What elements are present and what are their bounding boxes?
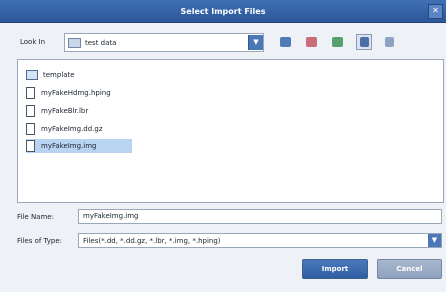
file-name-label: File Name: (17, 213, 54, 221)
list-item[interactable]: myFakeHdmg.hping (26, 86, 117, 100)
files-of-type-label: Files of Type: (17, 237, 62, 245)
list-item-label: myFakeImg.dd.gz (41, 125, 103, 133)
look-in-row: Look In test data ▼ (0, 28, 446, 56)
details-view-button[interactable] (381, 34, 397, 50)
file-icon (26, 105, 35, 117)
files-of-type-value: Files(*.dd, *.dd.gz, *.lbr, *.img, *.hpi… (83, 236, 221, 245)
list-item-selected[interactable]: myFakeImg.img (26, 139, 132, 153)
file-name-field[interactable]: myFakeImg.img (78, 209, 442, 224)
new-folder-icon (331, 37, 343, 47)
list-item-label: myFakeImg.img (41, 142, 97, 150)
home-button[interactable] (303, 34, 319, 50)
look-in-dropdown[interactable]: test data ▼ (64, 33, 264, 52)
new-folder-button[interactable] (329, 34, 345, 50)
files-of-type-dropdown[interactable]: Files(*.dd, *.dd.gz, *.lbr, *.img, *.hpi… (78, 233, 442, 248)
folder-icon (68, 37, 81, 48)
look-in-value: test data (85, 38, 117, 47)
file-icon (26, 140, 35, 152)
cancel-button[interactable]: Cancel (377, 259, 442, 279)
look-in-label: Look In (20, 38, 46, 46)
list-view-icon (359, 37, 369, 47)
list-item-label: template (43, 71, 75, 79)
folder-icon (26, 70, 38, 80)
up-folder-icon (279, 37, 291, 47)
chevron-down-icon[interactable]: ▼ (428, 234, 441, 247)
list-item-label: myFakeBlr.lbr (41, 107, 89, 115)
list-item-label: myFakeHdmg.hping (41, 89, 111, 97)
list-view-button[interactable] (356, 34, 372, 50)
home-icon (305, 37, 317, 47)
details-view-icon (384, 37, 394, 47)
chevron-down-icon[interactable]: ▼ (248, 35, 263, 50)
dialog-title-bar: Select Import Files ✕ (0, 0, 446, 23)
import-button[interactable]: Import (302, 259, 368, 279)
file-icon (26, 87, 35, 99)
list-item[interactable]: myFakeImg.dd.gz (26, 122, 109, 136)
close-icon[interactable]: ✕ (428, 4, 443, 19)
file-icon (26, 123, 35, 135)
up-folder-button[interactable] (277, 34, 293, 50)
dialog-title: Select Import Files (180, 6, 266, 16)
list-item[interactable]: myFakeBlr.lbr (26, 104, 94, 118)
list-item[interactable]: template (26, 68, 81, 82)
file-list[interactable]: template myFakeHdmg.hping myFakeBlr.lbr … (17, 59, 444, 203)
